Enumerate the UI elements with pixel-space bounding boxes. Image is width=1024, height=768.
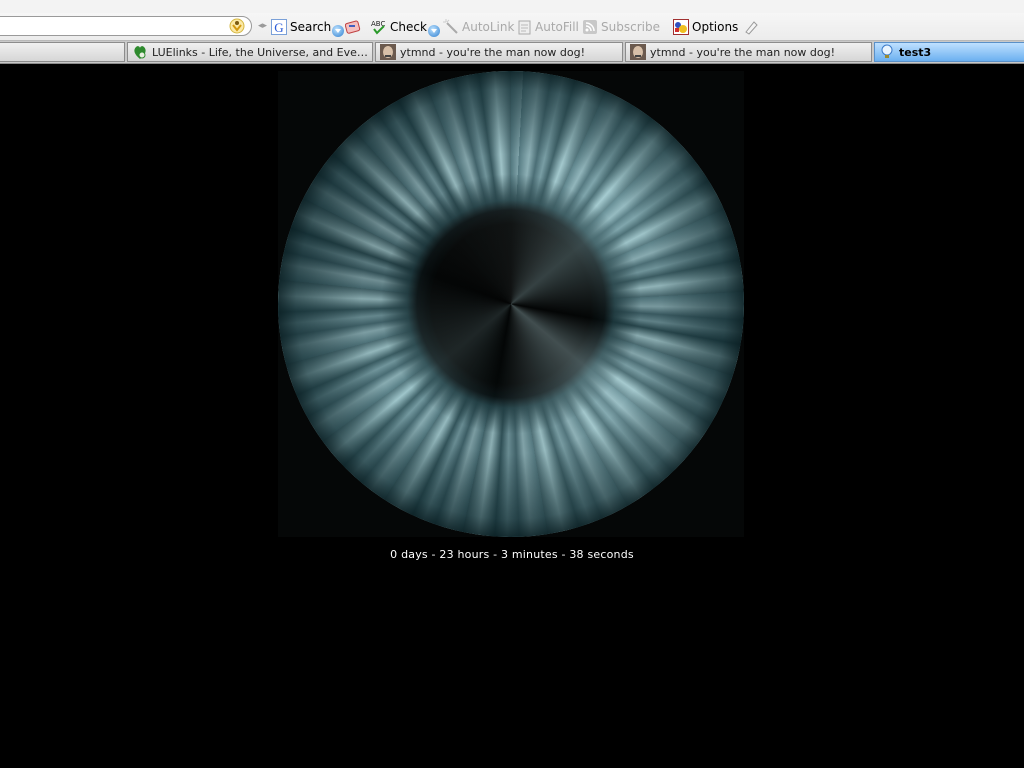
rss-feed-icon: [583, 20, 597, 34]
search-dropdown-icon[interactable]: [332, 25, 345, 37]
luelinks-icon: [134, 46, 146, 59]
toolbar-search-input[interactable]: [5, 18, 214, 36]
toolbar-search-box[interactable]: [0, 16, 252, 36]
highlighter-pen-icon: [745, 21, 758, 35]
options-shapes-icon: [673, 19, 689, 35]
toolbar-options-button[interactable]: Options: [673, 17, 738, 37]
tab-title: test3: [899, 45, 932, 59]
autofill-label: AutoFill: [535, 20, 579, 34]
toolbar-highlight-button[interactable]: [743, 17, 762, 37]
autolink-label: AutoLink: [462, 20, 515, 34]
ytmnd-face-icon: [630, 44, 646, 60]
toolbar-subscribe-button[interactable]: Subscribe: [582, 17, 660, 37]
toolbar-check-button[interactable]: ABC Check: [371, 17, 440, 37]
window-top-edge: [0, 0, 1024, 14]
svg-text:G: G: [274, 20, 283, 35]
toolbar-autolink-button[interactable]: AutoLink: [443, 17, 514, 37]
google-toolbar: ◂▸ G Search ABC Check AutoLink AutoFill …: [0, 13, 1024, 41]
countdown-timer: 0 days - 23 hours - 3 minutes - 38 secon…: [390, 548, 634, 561]
tab-0[interactable]: [0, 42, 125, 62]
tab-bar: LUElinks - Life, the Universe, and Every…: [0, 41, 1024, 64]
lightbulb-icon: [881, 44, 893, 58]
check-label: Check: [390, 20, 427, 34]
ytmnd-face-icon: [380, 44, 396, 60]
eye-image-frame: [278, 71, 744, 537]
check-dropdown-icon[interactable]: [427, 25, 440, 37]
search-go-icon[interactable]: [229, 18, 245, 34]
spellcheck-abc-icon: ABC: [371, 20, 385, 35]
tab-ytmnd-1[interactable]: ytmnd - you're the man now dog!: [375, 42, 623, 62]
pagerank-card-icon: [345, 20, 361, 34]
tab-title: ytmnd - you're the man now dog!: [650, 45, 836, 59]
tab-luelinks[interactable]: LUElinks - Life, the Universe, and Every…: [127, 42, 373, 62]
tab-title: ytmnd - you're the man now dog!: [400, 45, 586, 59]
eye-iris-image: [278, 71, 744, 537]
toolbar-search-button[interactable]: G Search: [271, 17, 345, 37]
google-g-icon: G: [271, 19, 287, 35]
form-autofill-icon: [518, 20, 531, 35]
tab-title: LUElinks - Life, the Universe, and Every…: [152, 45, 372, 59]
search-label: Search: [290, 20, 332, 34]
magic-wand-icon: [443, 19, 458, 34]
page-content: 0 days - 23 hours - 3 minutes - 38 secon…: [0, 64, 1024, 768]
tab-ytmnd-2[interactable]: ytmnd - you're the man now dog!: [625, 42, 872, 62]
toolbar-autofill-button[interactable]: AutoFill: [516, 17, 579, 37]
tab-test3[interactable]: test3: [874, 42, 1024, 62]
toolbar-pagerank-button[interactable]: [345, 17, 364, 37]
options-label: Options: [692, 20, 739, 34]
toolbar-grip-icon[interactable]: ◂▸: [258, 21, 267, 33]
subscribe-label: Subscribe: [601, 20, 660, 34]
